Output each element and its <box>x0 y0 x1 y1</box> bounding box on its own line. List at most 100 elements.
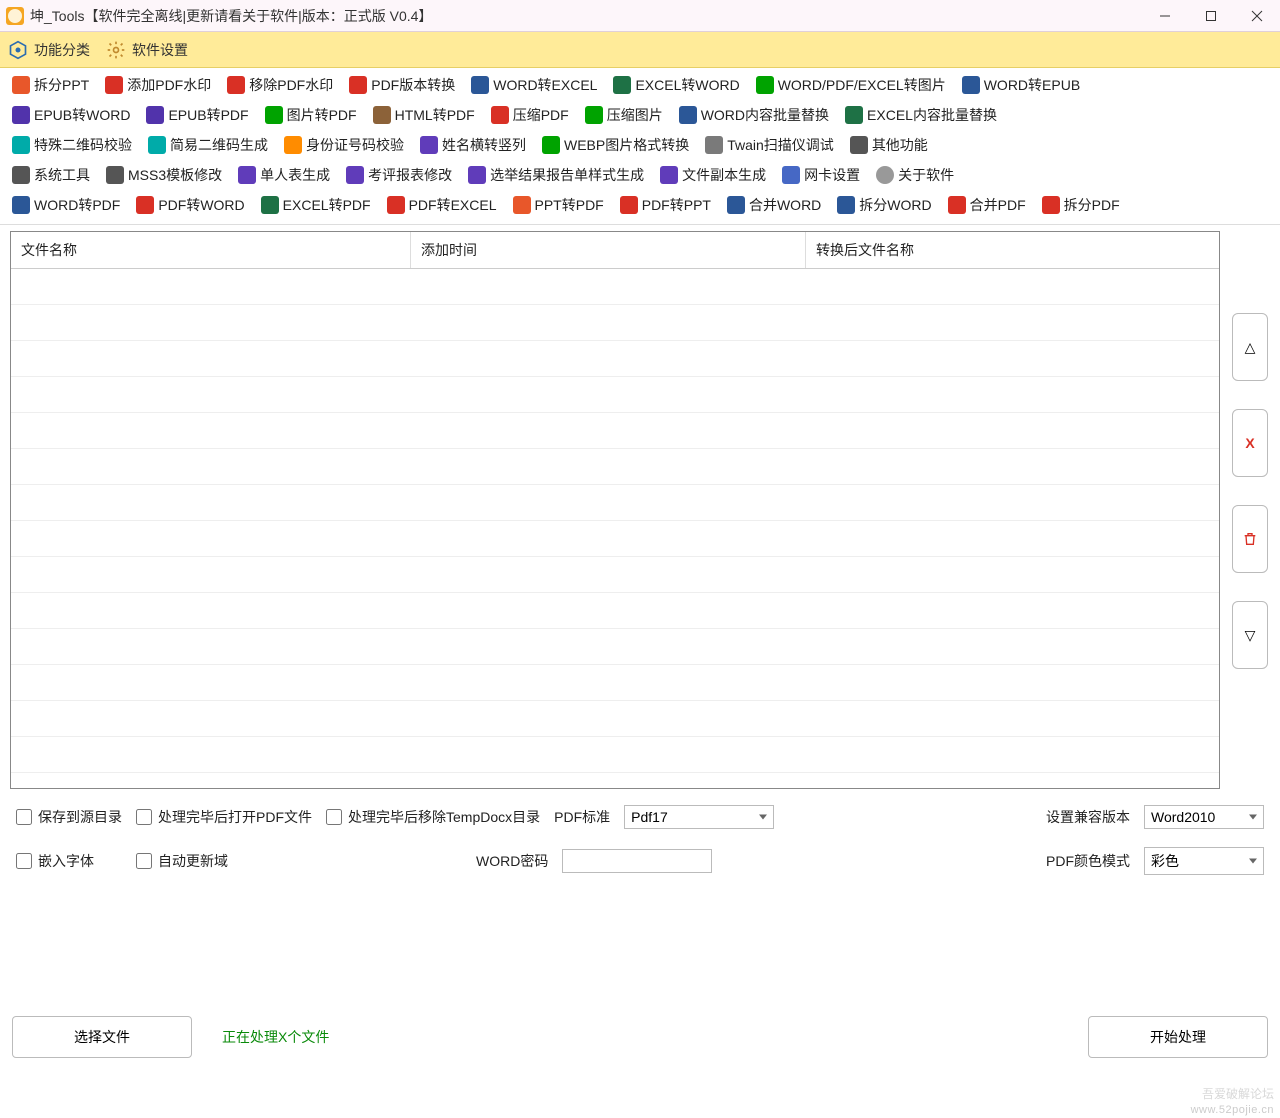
table-row[interactable] <box>11 377 1219 413</box>
toolbtn-label: 移除PDF水印 <box>249 75 333 95</box>
minimize-button[interactable] <box>1142 0 1188 32</box>
toolbtn-r4-7[interactable]: 关于软件 <box>869 161 961 189</box>
table-row[interactable] <box>11 557 1219 593</box>
color-mode-label: PDF颜色模式 <box>1046 851 1130 871</box>
chk-embed-font[interactable]: 嵌入字体 <box>16 851 94 871</box>
watermark-text: 吾爱破解论坛 <box>1202 1085 1274 1102</box>
toolbtn-r4-4[interactable]: 选举结果报告单样式生成 <box>461 161 651 189</box>
toolbtn-r5-5[interactable]: PDF转PPT <box>613 191 718 219</box>
grid-body[interactable] <box>11 269 1219 773</box>
col-outputname[interactable]: 转换后文件名称 <box>806 232 1219 268</box>
toolbtn-r3-0[interactable]: 特殊二维码校验 <box>5 131 139 159</box>
toolbtn-label: WORD/PDF/EXCEL转图片 <box>778 75 946 95</box>
pdf-std-label: PDF标准 <box>554 807 610 827</box>
epub-icon <box>12 106 30 124</box>
toolbtn-r4-5[interactable]: 文件副本生成 <box>653 161 773 189</box>
toolbtn-r1-2[interactable]: 移除PDF水印 <box>220 71 340 99</box>
toolbtn-r4-6[interactable]: 网卡设置 <box>775 161 867 189</box>
table-row[interactable] <box>11 593 1219 629</box>
toolbtn-r3-2[interactable]: 身份证号码校验 <box>277 131 411 159</box>
maximize-button[interactable] <box>1188 0 1234 32</box>
table-row[interactable] <box>11 413 1219 449</box>
table-row[interactable] <box>11 269 1219 305</box>
chk-remove-temp-box[interactable] <box>326 809 342 825</box>
toolbtn-r5-7[interactable]: 拆分WORD <box>830 191 938 219</box>
table-row[interactable] <box>11 701 1219 737</box>
toolbtn-r5-4[interactable]: PPT转PDF <box>506 191 611 219</box>
col-filename[interactable]: 文件名称 <box>11 232 411 268</box>
main-area: 文件名称 添加时间 转换后文件名称 △ X ▽ <box>0 225 1280 789</box>
toolbtn-label: 添加PDF水印 <box>127 75 211 95</box>
toolbtn-r4-1[interactable]: MSS3模板修改 <box>99 161 229 189</box>
menu-settings[interactable]: 软件设置 <box>106 40 188 60</box>
toolbtn-r2-6[interactable]: WORD内容批量替换 <box>672 101 836 129</box>
toolbtn-r3-6[interactable]: 其他功能 <box>843 131 935 159</box>
chk-open-after-box[interactable] <box>136 809 152 825</box>
toolbtn-r3-3[interactable]: 姓名横转竖列 <box>413 131 533 159</box>
toolbtn-r2-5[interactable]: 压缩图片 <box>578 101 670 129</box>
toolbtn-r1-5[interactable]: EXCEL转WORD <box>606 71 746 99</box>
file-grid[interactable]: 文件名称 添加时间 转换后文件名称 <box>10 231 1220 789</box>
chk-open-after[interactable]: 处理完毕后打开PDF文件 <box>136 807 312 827</box>
choose-file-button[interactable]: 选择文件 <box>12 1016 192 1058</box>
move-down-button[interactable]: ▽ <box>1232 601 1268 669</box>
start-process-button[interactable]: 开始处理 <box>1088 1016 1268 1058</box>
compat-select[interactable]: Word2010 <box>1144 805 1264 829</box>
toolbtn-label: WORD内容批量替换 <box>701 105 829 125</box>
table-row[interactable] <box>11 305 1219 341</box>
toolbtn-r4-0[interactable]: 系统工具 <box>5 161 97 189</box>
table-row[interactable] <box>11 449 1219 485</box>
toolbtn-r4-3[interactable]: 考评报表修改 <box>339 161 459 189</box>
qr-icon <box>148 136 166 154</box>
toolbtn-r2-2[interactable]: 图片转PDF <box>258 101 364 129</box>
toolbtn-r5-2[interactable]: EXCEL转PDF <box>254 191 378 219</box>
toolbtn-r2-0[interactable]: EPUB转WORD <box>5 101 137 129</box>
toolbtn-r1-4[interactable]: WORD转EXCEL <box>464 71 604 99</box>
chk-auto-update-box[interactable] <box>136 853 152 869</box>
chk-auto-update[interactable]: 自动更新域 <box>136 851 228 871</box>
toolbtn-r2-7[interactable]: EXCEL内容批量替换 <box>838 101 1004 129</box>
close-button[interactable] <box>1234 0 1280 32</box>
menu-category[interactable]: 功能分类 <box>8 40 90 60</box>
toolbtn-r3-5[interactable]: Twain扫描仪调试 <box>698 131 841 159</box>
toolbtn-r5-8[interactable]: 合并PDF <box>941 191 1033 219</box>
move-up-button[interactable]: △ <box>1232 313 1268 381</box>
toolbtn-r5-9[interactable]: 拆分PDF <box>1035 191 1127 219</box>
toolbtn-r1-7[interactable]: WORD转EPUB <box>955 71 1087 99</box>
color-mode-select[interactable]: 彩色 <box>1144 847 1264 875</box>
toolbtn-r5-3[interactable]: PDF转EXCEL <box>380 191 504 219</box>
toolbtn-label: 压缩PDF <box>513 105 569 125</box>
toolbtn-r5-1[interactable]: PDF转WORD <box>129 191 251 219</box>
toolbtn-r3-4[interactable]: WEBP图片格式转换 <box>535 131 696 159</box>
toolbtn-r5-0[interactable]: WORD转PDF <box>5 191 127 219</box>
clear-button[interactable] <box>1232 505 1268 573</box>
toolbtn-r2-3[interactable]: HTML转PDF <box>366 101 482 129</box>
toolbtn-label: EPUB转PDF <box>168 105 248 125</box>
toolbtn-r1-1[interactable]: 添加PDF水印 <box>98 71 218 99</box>
toolbtn-r4-2[interactable]: 单人表生成 <box>231 161 337 189</box>
toolbtn-r1-6[interactable]: WORD/PDF/EXCEL转图片 <box>749 71 953 99</box>
window-title: 坤_Tools【软件完全离线|更新请看关于软件|版本：正式版 V0.4】 <box>30 6 432 26</box>
toolbtn-r3-1[interactable]: 简易二维码生成 <box>141 131 275 159</box>
table-row[interactable] <box>11 737 1219 773</box>
toolbtn-r2-1[interactable]: EPUB转PDF <box>139 101 255 129</box>
chk-save-to-source-box[interactable] <box>16 809 32 825</box>
word-pwd-input[interactable] <box>562 849 712 873</box>
chk-save-to-source[interactable]: 保存到源目录 <box>16 807 122 827</box>
table-row[interactable] <box>11 665 1219 701</box>
table-row[interactable] <box>11 521 1219 557</box>
table-row[interactable] <box>11 629 1219 665</box>
delete-button[interactable]: X <box>1232 409 1268 477</box>
table-row[interactable] <box>11 485 1219 521</box>
chk-embed-font-box[interactable] <box>16 853 32 869</box>
toolbtn-r1-0[interactable]: 拆分PPT <box>5 71 96 99</box>
col-addtime[interactable]: 添加时间 <box>411 232 806 268</box>
pdf-icon <box>620 196 638 214</box>
chk-remove-temp[interactable]: 处理完毕后移除TempDocx目录 <box>326 807 540 827</box>
toolbtn-r2-4[interactable]: 压缩PDF <box>484 101 576 129</box>
toolbtn-label: 考评报表修改 <box>368 165 452 185</box>
table-row[interactable] <box>11 341 1219 377</box>
pdf-std-select[interactable]: Pdf17 <box>624 805 774 829</box>
toolbtn-r1-3[interactable]: PDF版本转换 <box>342 71 462 99</box>
toolbtn-r5-6[interactable]: 合并WORD <box>720 191 828 219</box>
